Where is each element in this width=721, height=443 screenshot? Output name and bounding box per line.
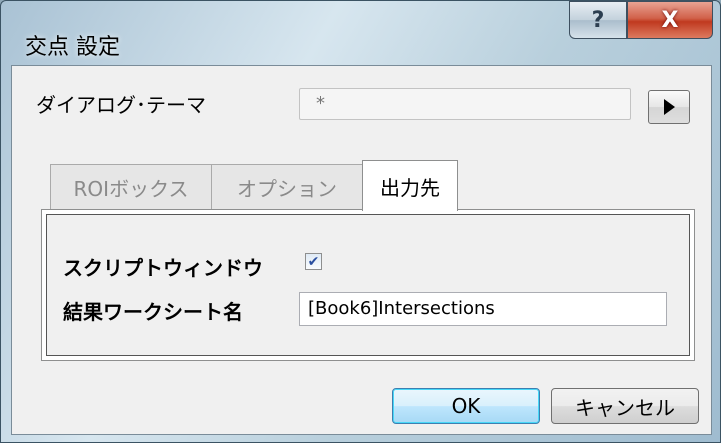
dialog-theme-label: ダイアログ･テーマ [36,93,206,117]
close-button[interactable]: X [627,1,713,39]
close-icon: X [661,7,679,33]
result-sheet-name-label: 結果ワークシート名 [63,300,243,324]
play-arrow-icon [663,99,675,115]
help-icon: ? [591,7,605,33]
title-bar[interactable]: 交点 設定 ? X [1,1,720,65]
help-button[interactable]: ? [569,1,627,39]
dialog-theme-field[interactable]: * [299,88,631,120]
theme-menu-button[interactable] [648,90,690,124]
script-window-checkbox[interactable]: ✔ [305,253,322,270]
tab-output[interactable]: 出力先 [362,160,458,211]
dialog-body: ダイアログ･テーマ * ROIボックス オプション 出力先 スクリプトウィンドウ… [11,65,712,435]
ok-button[interactable]: OK [392,388,540,424]
window-title: 交点 設定 [25,35,120,60]
tab-options[interactable]: オプション [211,164,363,210]
output-group-box: スクリプトウィンドウ ✔ 結果ワークシート名 [Book6]Intersecti… [46,214,690,356]
output-tab-panel: スクリプトウィンドウ ✔ 結果ワークシート名 [Book6]Intersecti… [41,209,695,361]
checkmark-icon: ✔ [307,253,320,270]
tab-roi-box[interactable]: ROIボックス [50,164,212,210]
script-window-label: スクリプトウィンドウ [63,256,263,280]
cancel-button[interactable]: キャンセル [551,388,699,424]
result-sheet-name-input[interactable]: [Book6]Intersections [299,292,667,326]
dialog-window: 交点 設定 ? X ダイアログ･テーマ * ROIボックス オプション 出力先 … [0,0,721,443]
